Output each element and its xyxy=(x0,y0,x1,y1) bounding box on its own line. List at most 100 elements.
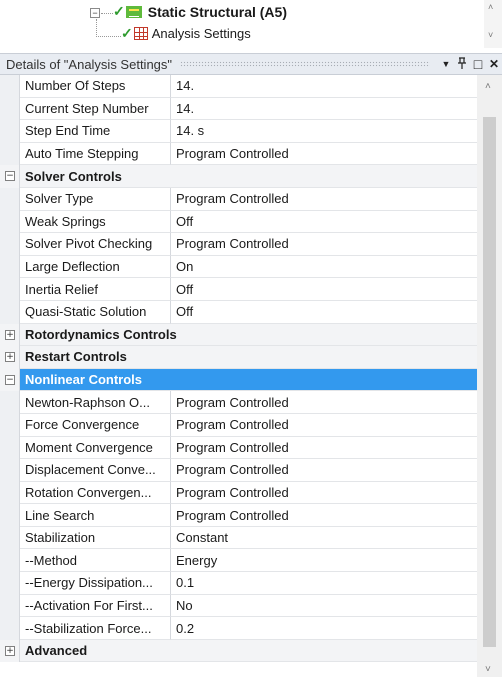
dropdown-icon[interactable]: ▼ xyxy=(438,59,454,69)
property-value[interactable]: Off xyxy=(171,301,477,324)
property-value[interactable]: Constant xyxy=(171,527,477,550)
property-name: Solver Pivot Checking xyxy=(20,233,171,256)
tree-collapse-button[interactable]: − xyxy=(90,8,100,18)
property-value[interactable]: 14. xyxy=(171,75,477,98)
category-row[interactable]: − Nonlinear Controls xyxy=(0,368,477,392)
row-gutter xyxy=(0,187,20,211)
property-name: Rotation Convergen... xyxy=(20,481,171,505)
pin-icon[interactable] xyxy=(454,56,470,72)
property-row[interactable]: Quasi-Static Solution Off xyxy=(0,300,477,324)
property-name: Current Step Number xyxy=(20,97,171,121)
property-value[interactable]: Program Controlled xyxy=(171,233,477,256)
scroll-down-icon[interactable]: ˅ xyxy=(485,664,491,675)
category-label[interactable]: Nonlinear Controls xyxy=(20,368,477,392)
maximize-icon[interactable]: □ xyxy=(470,56,486,72)
category-row[interactable]: + Restart Controls xyxy=(0,346,477,369)
tree-item-analysis-settings[interactable]: ✓ Analysis Settings xyxy=(121,25,251,42)
property-row[interactable]: --Energy Dissipation... 0.1 xyxy=(0,572,477,595)
property-value[interactable]: Program Controlled xyxy=(171,391,477,414)
property-value[interactable]: 14. xyxy=(171,98,477,121)
category-row[interactable]: − Solver Controls xyxy=(0,165,477,188)
expand-icon[interactable]: + xyxy=(5,645,15,656)
solved-check-icon: ✓ xyxy=(113,3,125,19)
property-value[interactable]: 0.1 xyxy=(171,572,477,595)
tree-connector xyxy=(101,13,113,14)
property-name: Stabilization xyxy=(20,526,171,550)
category-row[interactable]: + Advanced xyxy=(0,639,477,663)
details-scrollbar[interactable]: ˄ ˅ xyxy=(477,75,502,677)
property-value[interactable]: On xyxy=(171,256,477,279)
property-row[interactable]: Auto Time Stepping Program Controlled xyxy=(0,142,477,166)
property-row[interactable]: Rotation Convergen... Program Controlled xyxy=(0,481,477,505)
scroll-up-icon[interactable]: ˄ xyxy=(485,81,491,92)
property-value[interactable]: Energy xyxy=(171,549,477,573)
property-value[interactable]: Program Controlled xyxy=(171,414,477,437)
property-row[interactable]: Weak Springs Off xyxy=(0,210,477,234)
property-row[interactable]: Inertia Relief Off xyxy=(0,278,477,301)
property-value[interactable]: Program Controlled xyxy=(171,143,477,166)
expand-icon[interactable]: + xyxy=(5,329,15,340)
property-row[interactable]: Current Step Number 14. xyxy=(0,97,477,121)
row-gutter xyxy=(0,594,20,618)
property-row[interactable]: Solver Pivot Checking Program Controlled xyxy=(0,233,477,256)
row-gutter xyxy=(0,278,20,301)
row-gutter xyxy=(0,459,20,482)
property-name: Moment Convergence xyxy=(20,436,171,460)
close-icon[interactable]: ✕ xyxy=(486,57,502,71)
collapse-icon[interactable]: − xyxy=(5,171,15,182)
property-value[interactable]: Program Controlled xyxy=(171,188,477,211)
expand-icon[interactable]: + xyxy=(5,352,15,363)
property-row[interactable]: Large Deflection On xyxy=(0,255,477,279)
row-gutter xyxy=(0,436,20,460)
property-row[interactable]: Newton-Raphson O... Program Controlled xyxy=(0,391,477,414)
property-value[interactable]: Off xyxy=(171,211,477,234)
property-value[interactable]: Program Controlled xyxy=(171,482,477,505)
property-value[interactable]: 0.2 xyxy=(171,617,477,640)
tree-scrollbar[interactable]: ˄ ˅ xyxy=(484,0,502,48)
tree-item-static-structural[interactable]: ✓ Static Structural (A5) xyxy=(113,3,287,20)
property-name: Newton-Raphson O... xyxy=(20,391,171,414)
property-row[interactable]: Number Of Steps 14. xyxy=(0,75,477,98)
row-gutter xyxy=(0,75,20,98)
property-value[interactable]: Program Controlled xyxy=(171,437,477,460)
category-label[interactable]: Rotordynamics Controls xyxy=(20,323,477,347)
tree-item-label: Static Structural (A5) xyxy=(147,3,287,20)
property-value[interactable]: No xyxy=(171,595,477,618)
scroll-up-icon[interactable]: ˄ xyxy=(488,2,493,12)
category-label[interactable]: Solver Controls xyxy=(20,165,477,188)
category-label[interactable]: Advanced xyxy=(20,639,477,663)
property-value[interactable]: Program Controlled xyxy=(171,504,477,527)
property-name: Inertia Relief xyxy=(20,278,171,301)
row-gutter xyxy=(0,97,20,121)
scroll-down-icon[interactable]: ˅ xyxy=(488,30,493,40)
row-gutter: + xyxy=(0,346,20,369)
property-name: Quasi-Static Solution xyxy=(20,300,171,324)
property-value[interactable]: 14. s xyxy=(171,120,477,143)
property-value[interactable]: Program Controlled xyxy=(171,459,477,482)
property-row[interactable]: Step End Time 14. s xyxy=(0,120,477,143)
property-row[interactable]: Force Convergence Program Controlled xyxy=(0,413,477,437)
property-row[interactable]: Displacement Conve... Program Controlled xyxy=(0,459,477,482)
scrollbar-thumb[interactable] xyxy=(483,117,496,647)
property-name: Displacement Conve... xyxy=(20,459,171,482)
row-gutter xyxy=(0,142,20,166)
tree-connector xyxy=(96,19,97,37)
property-row[interactable]: --Activation For First... No xyxy=(0,594,477,618)
tree-connector xyxy=(96,36,121,37)
property-row[interactable]: Moment Convergence Program Controlled xyxy=(0,436,477,460)
property-row[interactable]: --Stabilization Force... 0.2 xyxy=(0,617,477,640)
property-row[interactable]: Stabilization Constant xyxy=(0,526,477,550)
row-gutter: − xyxy=(0,165,20,188)
property-row[interactable]: Line Search Program Controlled xyxy=(0,504,477,527)
collapse-icon[interactable]: − xyxy=(5,374,15,385)
property-row[interactable]: --Method Energy xyxy=(0,549,477,573)
property-name: Weak Springs xyxy=(20,210,171,234)
property-row[interactable]: Solver Type Program Controlled xyxy=(0,187,477,211)
property-name: Auto Time Stepping xyxy=(20,142,171,166)
category-row[interactable]: + Rotordynamics Controls xyxy=(0,323,477,347)
property-name: Force Convergence xyxy=(20,413,171,437)
property-value[interactable]: Off xyxy=(171,278,477,301)
panel-drag-grip[interactable] xyxy=(180,61,430,67)
outline-tree: − ✓ Static Structural (A5) ✓ Analysis Se… xyxy=(0,0,502,48)
category-label[interactable]: Restart Controls xyxy=(20,346,477,369)
